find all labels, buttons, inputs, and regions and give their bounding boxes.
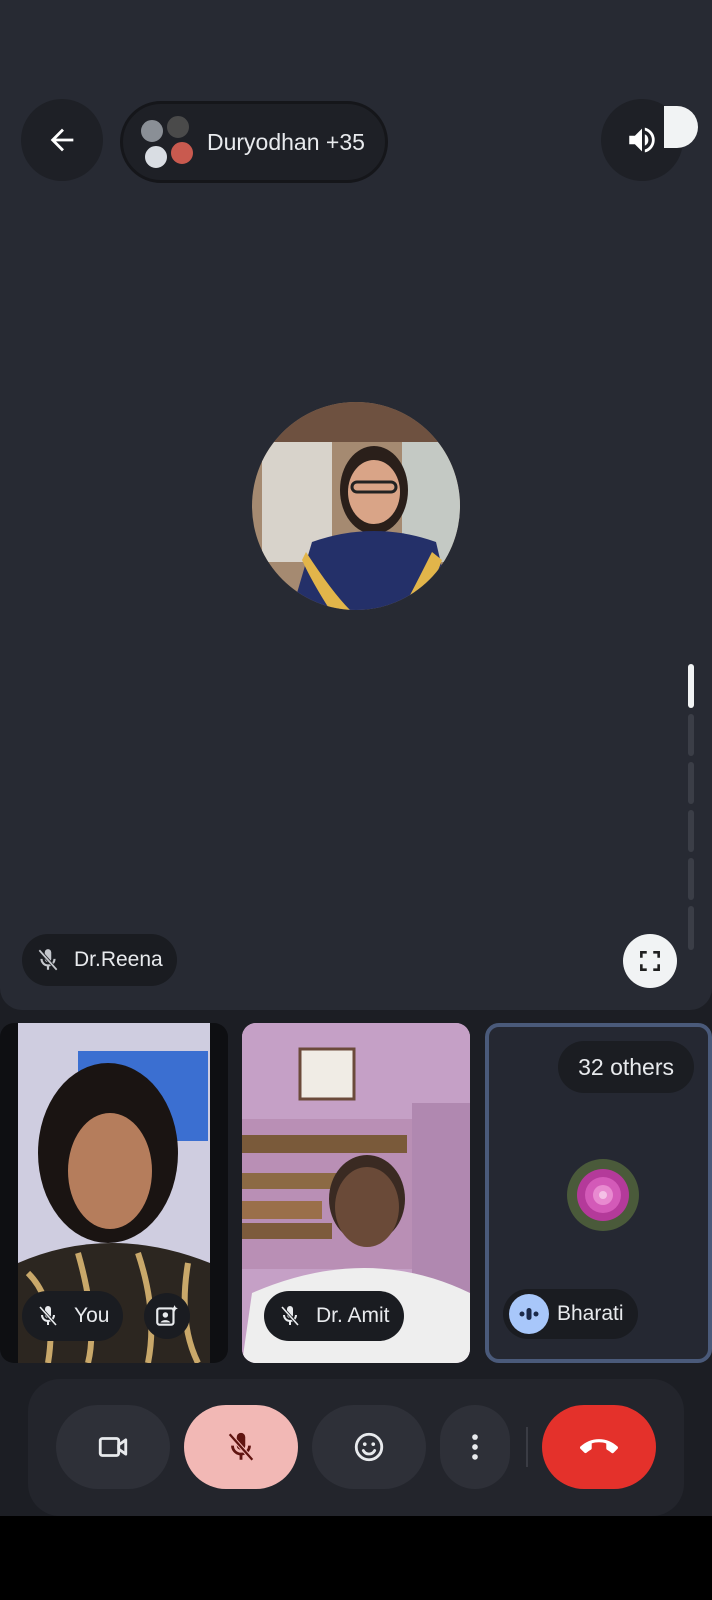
participant-avatar	[165, 114, 191, 140]
scroll-segment	[688, 762, 694, 804]
call-control-bar	[28, 1379, 684, 1516]
participant-avatar	[169, 140, 195, 166]
speaker-volume-icon	[629, 127, 655, 153]
speaker-name-chip: Dr.Reena	[22, 934, 177, 986]
participant-video-tile[interactable]: Dr. Amit	[242, 1023, 470, 1363]
participant-avatar	[139, 118, 165, 144]
fullscreen-icon	[640, 951, 660, 971]
scroll-segment	[688, 810, 694, 852]
participant-avatars	[137, 114, 195, 170]
emoji-smile-icon	[354, 1432, 384, 1462]
mic-off-icon	[30, 942, 66, 978]
overflow-indicator	[664, 106, 698, 148]
fullscreen-button[interactable]	[623, 934, 677, 988]
camera-toggle-button[interactable]	[56, 1405, 170, 1489]
self-name: You	[74, 1304, 110, 1327]
mic-off-icon	[30, 1298, 66, 1334]
participant-name-chip: Dr. Amit	[264, 1291, 404, 1341]
scroll-segment-active	[688, 664, 694, 708]
participants-button[interactable]: Duryodhan +35	[120, 101, 388, 183]
video-camera-icon	[98, 1437, 128, 1457]
participant-avatar	[567, 1159, 639, 1231]
mic-off-icon	[272, 1298, 308, 1334]
speaker-avatar	[252, 402, 460, 610]
back-button[interactable]	[21, 99, 103, 181]
hang-up-icon	[580, 1439, 618, 1454]
reactions-button[interactable]	[312, 1405, 426, 1489]
speaker-photo	[252, 402, 460, 610]
divider	[526, 1427, 528, 1467]
speaking-participant-chip: Bharati	[503, 1289, 638, 1339]
scroll-indicator[interactable]	[688, 664, 696, 954]
end-call-button[interactable]	[542, 1405, 656, 1489]
self-name-chip: You	[22, 1291, 124, 1341]
effects-button[interactable]	[144, 1293, 190, 1339]
scroll-segment	[688, 906, 694, 950]
speaking-indicator-icon	[509, 1294, 549, 1334]
system-navigation-area	[0, 1516, 712, 1600]
speaking-participant-name: Bharati	[557, 1302, 624, 1325]
participant-avatar	[143, 144, 169, 170]
others-count-badge[interactable]: 32 others	[558, 1041, 694, 1093]
more-options-button[interactable]	[440, 1405, 510, 1489]
back-arrow-icon	[50, 128, 74, 152]
effects-icon	[156, 1305, 178, 1326]
scroll-segment	[688, 858, 694, 900]
mic-off-icon	[228, 1432, 254, 1462]
self-video-tile[interactable]: You	[0, 1023, 228, 1363]
participant-name: Dr. Amit	[316, 1304, 390, 1327]
flower-avatar-image	[567, 1159, 639, 1231]
speaker-name: Dr.Reena	[74, 948, 163, 971]
scroll-segment	[688, 714, 694, 756]
participants-label: Duryodhan +35	[207, 128, 365, 155]
main-speaker-tile[interactable]: Duryodhan +35 Dr.Reena	[0, 0, 712, 1010]
more-vert-icon	[472, 1434, 478, 1460]
others-tile[interactable]: 32 others Bharati	[485, 1023, 712, 1363]
mic-toggle-button[interactable]	[184, 1405, 298, 1489]
